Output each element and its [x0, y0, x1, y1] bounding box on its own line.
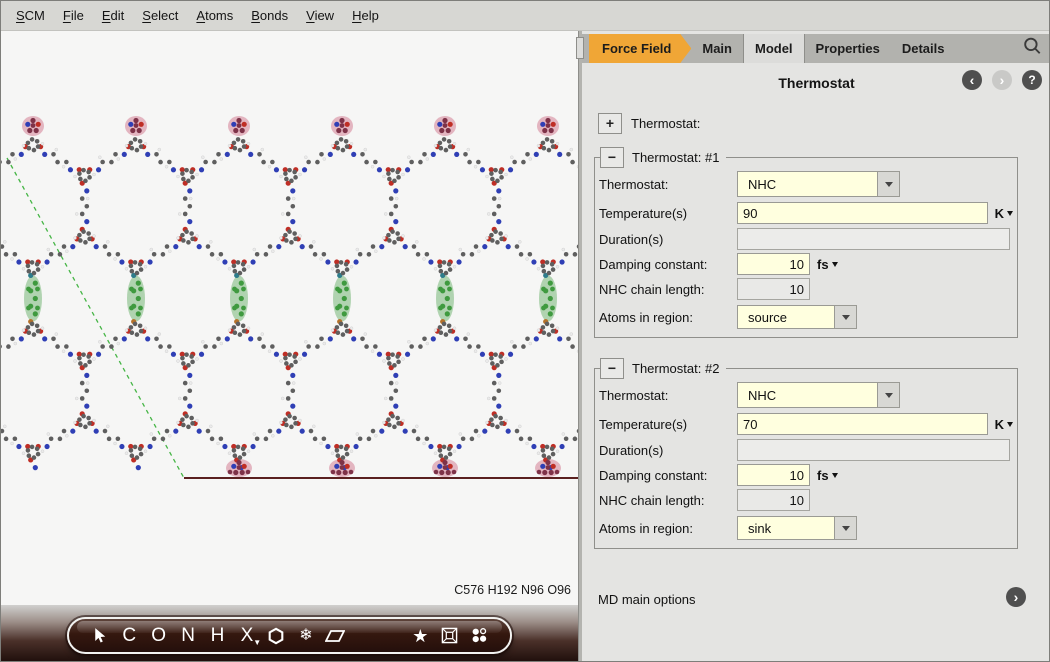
add-thermostat-row: + Thermostat: [598, 113, 700, 134]
damping-row: Damping constant: fs [599, 464, 1013, 486]
thermostat-label: Thermostat: [599, 177, 737, 192]
tab-force-field[interactable]: Force Field [589, 34, 691, 63]
help-button[interactable]: ? [1022, 70, 1042, 90]
menu-item-atoms[interactable]: Atoms [187, 4, 242, 27]
tab-details[interactable]: Details [891, 34, 956, 63]
duration-input[interactable] [737, 228, 1010, 250]
damping-label: Damping constant: [599, 468, 737, 483]
cell-tool[interactable] [323, 621, 347, 651]
molecule-viewer-pane: C576 H192 N96 O96 CONHX▼ ❄ ★ [1, 31, 578, 662]
fragments-tool[interactable] [467, 621, 491, 651]
group-legend: − Thermostat: #1 [600, 147, 726, 168]
region-row: Atoms in region: sink [599, 514, 1013, 542]
remove-thermostat-button[interactable]: − [600, 147, 624, 168]
element-hydrogen[interactable]: H [205, 621, 229, 651]
history-forward-button[interactable]: › [992, 70, 1012, 90]
region-label: Atoms in region: [599, 521, 737, 536]
temperature-row: Temperature(s) K [599, 201, 1013, 225]
favorites-tool[interactable]: ★ [408, 621, 432, 651]
thermostat-row: Thermostat: NHC [599, 170, 1013, 198]
tab-model[interactable]: Model [743, 34, 805, 63]
chain-length-label: NHC chain length: [599, 282, 737, 297]
splitter-handle[interactable] [576, 37, 584, 59]
region-label: Atoms in region: [599, 310, 737, 325]
damping-unit-select[interactable]: fs [817, 257, 838, 272]
group-title: Thermostat: #1 [632, 150, 719, 165]
viewer-bottom-band: CONHX▼ ❄ ★ [1, 605, 578, 662]
menu-item-help[interactable]: Help [343, 4, 388, 27]
chevron-down-icon[interactable] [877, 383, 899, 407]
md-main-options-open-button[interactable]: › [1006, 587, 1026, 607]
md-main-options-label: MD main options [598, 592, 696, 607]
tab-main[interactable]: Main [691, 34, 743, 63]
temperature-input[interactable] [737, 413, 988, 435]
menu-item-scm[interactable]: SCM [7, 4, 54, 27]
chevron-down-icon[interactable] [834, 306, 856, 328]
element-x[interactable]: X▼ [235, 621, 259, 651]
menu-item-select[interactable]: Select [133, 4, 187, 27]
menu-bar: SCMFileEditSelectAtomsBondsViewHelp [1, 1, 1050, 31]
pointer-tool[interactable] [88, 621, 112, 651]
ring-tool[interactable] [264, 621, 288, 651]
temperature-label: Temperature(s) [599, 417, 737, 432]
duration-label: Duration(s) [599, 232, 737, 247]
thermostat-group-2: − Thermostat: #2 Thermostat: NHC Tempera… [594, 368, 1018, 549]
chain-length-input[interactable] [737, 278, 810, 300]
region-select[interactable]: sink [737, 516, 857, 540]
damping-input[interactable] [737, 253, 810, 275]
chevron-down-icon[interactable] [834, 517, 856, 539]
duration-row: Duration(s) [599, 228, 1013, 250]
duration-label: Duration(s) [599, 443, 737, 458]
crystal-tool[interactable]: ❄ [294, 621, 318, 651]
group-title: Thermostat: #2 [632, 361, 719, 376]
region-select[interactable]: source [737, 305, 857, 329]
temperature-unit-select[interactable]: K [995, 206, 1013, 221]
thermostat-select[interactable]: NHC [737, 171, 900, 197]
element-toolbar: CONHX▼ ❄ ★ [67, 617, 512, 654]
temperature-row: Temperature(s) K [599, 412, 1013, 436]
temperature-input[interactable] [737, 202, 988, 224]
add-thermostat-label: Thermostat: [631, 116, 700, 131]
thermostat-select[interactable]: NHC [737, 382, 900, 408]
chain-length-label: NHC chain length: [599, 493, 737, 508]
damping-input[interactable] [737, 464, 810, 486]
thermostat-row: Thermostat: NHC [599, 381, 1013, 409]
element-carbon[interactable]: C [117, 621, 141, 651]
formula-label: C576 H192 N96 O96 [454, 583, 571, 597]
application-window: SCMFileEditSelectAtomsBondsViewHelp C576… [0, 0, 1050, 662]
menu-item-file[interactable]: File [54, 4, 93, 27]
md-main-options-row: MD main options [598, 589, 1034, 611]
menu-item-edit[interactable]: Edit [93, 4, 133, 27]
settings-panel: Force FieldMainModelPropertiesDetails Th… [582, 31, 1050, 662]
chain-length-row: NHC chain length: [599, 489, 1013, 511]
molecule-viewport[interactable] [1, 31, 578, 605]
temperature-label: Temperature(s) [599, 206, 737, 221]
remove-thermostat-button[interactable]: − [600, 358, 624, 379]
damping-unit-select[interactable]: fs [817, 468, 838, 483]
panel-tab-bar: Force FieldMainModelPropertiesDetails [582, 34, 1050, 63]
element-nitrogen[interactable]: N [176, 621, 200, 651]
tab-properties[interactable]: Properties [805, 34, 891, 63]
duration-row: Duration(s) [599, 439, 1013, 461]
add-thermostat-button[interactable]: + [598, 113, 622, 134]
chain-length-input[interactable] [737, 489, 810, 511]
menu-item-bonds[interactable]: Bonds [242, 4, 297, 27]
duration-input[interactable] [737, 439, 1010, 461]
damping-label: Damping constant: [599, 257, 737, 272]
thermostat-group-1: − Thermostat: #1 Thermostat: NHC Tempera… [594, 157, 1018, 338]
group-legend: − Thermostat: #2 [600, 358, 726, 379]
chevron-down-icon[interactable] [877, 172, 899, 196]
periodic-box-tool[interactable] [438, 621, 462, 651]
search-icon[interactable] [1021, 35, 1043, 57]
temperature-unit-select[interactable]: K [995, 417, 1013, 432]
damping-row: Damping constant: fs [599, 253, 1013, 275]
chain-length-row: NHC chain length: [599, 278, 1013, 300]
menu-item-view[interactable]: View [297, 4, 343, 27]
thermostat-label: Thermostat: [599, 388, 737, 403]
element-oxygen[interactable]: O [146, 621, 170, 651]
history-back-button[interactable]: ‹ [962, 70, 982, 90]
region-row: Atoms in region: source [599, 303, 1013, 331]
